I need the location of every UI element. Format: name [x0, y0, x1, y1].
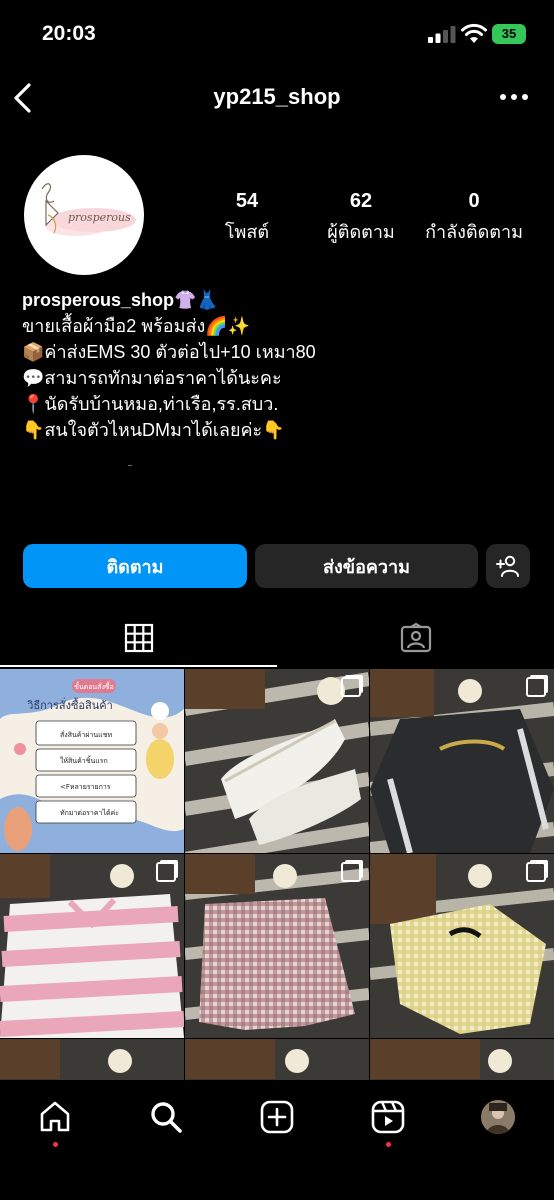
- followers-stat[interactable]: 62 ผู้ติดตาม: [306, 190, 416, 246]
- post-image: [0, 854, 184, 1038]
- post-step: ทักมาต่อราคาได้ค่ะ: [60, 808, 119, 817]
- post-thumbnail[interactable]: [370, 854, 554, 1038]
- post-thumbnail[interactable]: [370, 1039, 554, 1080]
- post-thumbnail[interactable]: [185, 669, 369, 853]
- search-icon[interactable]: [149, 1100, 183, 1134]
- post-step: <Fหลายรายการ: [60, 783, 111, 791]
- profile-avatar-tab[interactable]: [481, 1100, 515, 1134]
- posts-grid: ขั้นตอนสั่งซื้อ วิธีการสั่งซื้อสินค้า สั…: [0, 669, 554, 1080]
- bio: prosperous_shop👚👗 ขายเสื้อผ้ามือ2 พร้อมส…: [22, 287, 542, 443]
- following-stat[interactable]: 0 กำลังติดตาม: [419, 190, 529, 246]
- post-image: [370, 669, 554, 853]
- bio-line: ขายเสื้อผ้ามือ2 พร้อมส่ง🌈✨: [22, 316, 251, 336]
- following-count: 0: [468, 190, 480, 212]
- message-button[interactable]: ส่งข้อความ: [255, 544, 478, 588]
- notification-dot: [53, 1142, 58, 1147]
- profile-username: yp215_shop: [213, 84, 341, 109]
- post-image: [0, 1039, 184, 1080]
- following-label: กำลังติดตาม: [425, 222, 523, 242]
- tab-tagged[interactable]: [277, 608, 554, 668]
- prosperous-logo: prosperous: [41, 183, 136, 236]
- multi-photo-icon: [341, 862, 361, 882]
- bio-line: 📦ค่าส่งEMS 30 ตัวต่อไป+10 เหมา80: [22, 342, 316, 362]
- posts-label: โพสต์: [224, 222, 270, 242]
- followers-label: ผู้ติดตาม: [327, 222, 395, 242]
- post-image: [370, 1039, 554, 1080]
- profile-avatar-icon: [481, 1100, 515, 1134]
- follow-button[interactable]: ติดตาม: [23, 544, 247, 588]
- home-indicator: [139, 1183, 415, 1189]
- followers-count: 62: [349, 190, 373, 212]
- wifi-icon: [461, 23, 487, 43]
- tab-grid[interactable]: [0, 608, 277, 668]
- multi-photo-icon: [341, 677, 361, 697]
- posts-count: 54: [235, 190, 259, 212]
- profile-avatar[interactable]: prosperous: [24, 155, 144, 275]
- tagged-icon: [400, 623, 431, 653]
- add-user-button[interactable]: [486, 544, 530, 588]
- posts-stat: 54 โพสต์: [192, 190, 302, 246]
- active-tab-indicator: [0, 665, 277, 667]
- battery-indicator: 35: [492, 24, 526, 44]
- post-thumbnail[interactable]: ขั้นตอนสั่งซื้อ วิธีการสั่งซื้อสินค้า สั…: [0, 669, 184, 853]
- notification-dot: [386, 1142, 391, 1147]
- multi-photo-icon: [526, 862, 546, 882]
- post-thumbnail[interactable]: [370, 669, 554, 853]
- status-time: 20:03: [42, 22, 96, 45]
- post-image: [185, 1039, 369, 1080]
- post-title: วิธีการสั่งซื้อสินค้า: [26, 697, 112, 712]
- multi-photo-icon: [156, 862, 176, 882]
- post-thumbnail[interactable]: [0, 854, 184, 1038]
- divider-dot: [128, 465, 132, 466]
- bio-line: 💬สามารถทักมาต่อราคาได้นะคะ: [22, 368, 282, 388]
- reels-icon[interactable]: [371, 1100, 405, 1134]
- post-image: ขั้นตอนสั่งซื้อ วิธีการสั่งซื้อสินค้า สั…: [0, 669, 184, 853]
- post-step: สั่งสินค้าผ่านแชท: [60, 730, 112, 739]
- multi-photo-icon: [526, 677, 546, 697]
- create-icon[interactable]: [260, 1100, 294, 1134]
- display-name: prosperous_shop👚👗: [22, 290, 219, 310]
- post-thumbnail[interactable]: [0, 1039, 184, 1080]
- more-icon[interactable]: [498, 90, 530, 104]
- post-image: [185, 669, 369, 853]
- cellular-signal-icon: [428, 26, 456, 43]
- post-thumbnail[interactable]: [185, 1039, 369, 1080]
- bio-line: 📍นัดรับบ้านหมอ,ท่าเรือ,รร.สบว.: [22, 394, 279, 414]
- post-thumbnail[interactable]: [185, 854, 369, 1038]
- home-icon[interactable]: [38, 1100, 72, 1134]
- post-image: [185, 854, 369, 1038]
- add-user-icon: [496, 555, 519, 577]
- post-image: [370, 854, 554, 1038]
- bio-line: 👇สนใจตัวไหนDMมาได้เลยค่ะ👇: [22, 420, 285, 440]
- grid-icon: [124, 623, 153, 653]
- logo-text: prosperous: [68, 211, 131, 224]
